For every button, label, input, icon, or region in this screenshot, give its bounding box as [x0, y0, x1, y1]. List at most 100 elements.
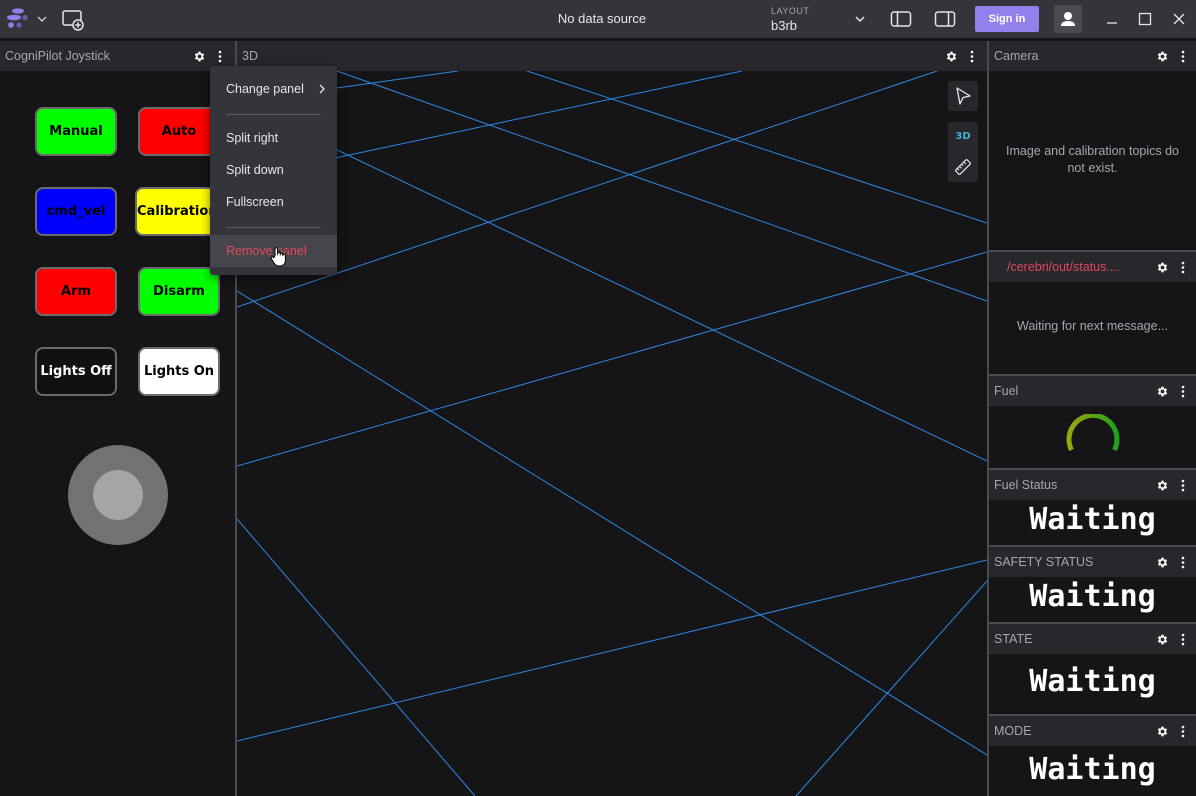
more-options-icon[interactable] — [217, 50, 223, 63]
close-icon[interactable] — [1171, 11, 1187, 27]
left-sidebar-toggle-icon[interactable] — [890, 9, 912, 29]
three-d-viewport[interactable] — [237, 71, 987, 796]
panel-header: SAFETY STATUS — [989, 547, 1196, 577]
panel-title: CogniPilot Joystick — [5, 49, 110, 63]
more-options-icon[interactable] — [1180, 385, 1186, 398]
menu-separator — [226, 227, 321, 228]
joystick-button-cmd-vel[interactable]: cmd_vel — [35, 187, 117, 236]
status-display: Waiting — [989, 577, 1196, 622]
panel-header: 3D — [237, 41, 987, 71]
select-cursor-icon[interactable] — [948, 81, 978, 111]
cerebri-status-panel: /cerebri/out/status.... Waiting for next… — [989, 252, 1196, 374]
gear-icon[interactable] — [1156, 261, 1169, 274]
joystick-button-arm[interactable]: Arm — [35, 267, 117, 316]
panel-header: /cerebri/out/status.... — [989, 252, 1196, 282]
joystick-knob[interactable] — [93, 470, 143, 520]
chevron-down-icon[interactable] — [36, 13, 48, 25]
menu-item-split-down[interactable]: Split down — [210, 154, 337, 186]
camera-panel: Camera Image and calibration topics do n… — [989, 41, 1196, 250]
safety-status-panel: SAFETY STATUS Waiting — [989, 547, 1196, 622]
layout-value: b3rb — [771, 18, 798, 33]
gear-icon[interactable] — [1156, 556, 1169, 569]
menu-item-change-panel[interactable]: Change panel — [210, 73, 337, 105]
gear-icon[interactable] — [1156, 50, 1169, 63]
more-options-icon[interactable] — [1180, 50, 1186, 63]
right-sidebar-toggle-icon[interactable] — [934, 9, 956, 29]
three-d-panel: 3D 3D — [237, 41, 987, 796]
gear-icon[interactable] — [1156, 633, 1169, 646]
joystick-button-disarm[interactable]: Disarm — [138, 267, 220, 316]
panel-title: Fuel — [994, 384, 1019, 398]
toggle-3d-button[interactable]: 3D — [948, 122, 978, 152]
grid-line — [526, 71, 987, 224]
state-panel: STATE Waiting — [989, 624, 1196, 714]
grid-line — [237, 101, 987, 462]
grid-line — [237, 71, 938, 308]
panel-header: STATE — [989, 624, 1196, 654]
joystick-button-manual[interactable]: Manual — [35, 107, 117, 156]
more-options-icon[interactable] — [1180, 261, 1186, 274]
menu-separator — [226, 114, 321, 115]
view-toolbar: 3D — [948, 122, 978, 182]
status-value: Waiting — [1029, 752, 1156, 787]
interaction-toolbar — [948, 81, 978, 111]
status-display: Waiting — [989, 746, 1196, 796]
topic-title[interactable]: /cerebri/out/status.... — [1007, 252, 1120, 282]
grid-line — [237, 251, 987, 467]
app-logo-icon[interactable] — [6, 8, 30, 30]
ruler-icon[interactable] — [948, 152, 978, 182]
gear-icon[interactable] — [1156, 385, 1169, 398]
layout-label: LAYOUT — [771, 6, 810, 16]
top-bar: No data source LAYOUT b3rb Sign in — [0, 0, 1196, 38]
fuel-gauge-arc — [1066, 414, 1120, 452]
joystick-base[interactable] — [68, 445, 168, 545]
status-display: Waiting — [989, 654, 1196, 714]
fuel-status-panel: Fuel Status Waiting — [989, 470, 1196, 545]
more-options-icon[interactable] — [969, 50, 975, 63]
sign-in-button[interactable]: Sign in — [975, 6, 1039, 32]
joystick-button-calibration[interactable]: Calibration — [135, 187, 219, 236]
more-options-icon[interactable] — [1180, 556, 1186, 569]
status-value: Waiting — [1029, 579, 1156, 614]
add-panel-icon[interactable] — [62, 9, 84, 31]
grid-line — [336, 71, 987, 302]
panel-header: Camera — [989, 41, 1196, 71]
layout-selector[interactable]: LAYOUT b3rb — [766, 4, 870, 36]
status-display: Waiting — [989, 500, 1196, 545]
panel-title: SAFETY STATUS — [994, 555, 1094, 569]
panel-header: MODE — [989, 716, 1196, 746]
joystick-button-auto[interactable]: Auto — [138, 107, 220, 156]
status-value: Waiting — [1029, 502, 1156, 537]
more-options-icon[interactable] — [1180, 725, 1186, 738]
minimize-icon[interactable] — [1104, 11, 1120, 27]
menu-item-label: Change panel — [226, 82, 304, 96]
joystick-button-lights-off[interactable]: Lights Off — [35, 347, 117, 396]
menu-item-remove-panel[interactable]: Remove panel — [210, 235, 337, 267]
more-options-icon[interactable] — [1180, 633, 1186, 646]
panel-title: STATE — [994, 632, 1033, 646]
maximize-icon[interactable] — [1137, 11, 1153, 27]
user-icon — [1061, 12, 1075, 26]
app-window: No data source LAYOUT b3rb Sign in Cogni… — [0, 0, 1196, 796]
waiting-message: Waiting for next message... — [1017, 319, 1168, 333]
menu-item-split-right[interactable]: Split right — [210, 122, 337, 154]
gear-icon[interactable] — [1156, 479, 1169, 492]
gear-icon[interactable] — [1156, 725, 1169, 738]
panel-header: Fuel — [989, 376, 1196, 406]
grid-line — [237, 518, 476, 796]
panel-header: CogniPilot Joystick — [0, 41, 235, 71]
fuel-panel: Fuel — [989, 376, 1196, 468]
gear-icon[interactable] — [945, 50, 958, 63]
panel-title: MODE — [994, 724, 1032, 738]
data-source-label[interactable]: No data source — [502, 0, 702, 38]
grid-line — [795, 580, 987, 796]
more-options-icon[interactable] — [1180, 479, 1186, 492]
user-menu-button[interactable] — [1054, 5, 1082, 33]
gear-icon[interactable] — [193, 50, 206, 63]
joystick-button-lights-on[interactable]: Lights On — [138, 347, 220, 396]
menu-item-fullscreen[interactable]: Fullscreen — [210, 186, 337, 218]
panel-context-menu: Change panel Split right Split down Full… — [210, 66, 337, 275]
status-value: Waiting — [1029, 664, 1156, 699]
grid-line — [237, 290, 987, 756]
mode-panel: MODE Waiting — [989, 716, 1196, 796]
